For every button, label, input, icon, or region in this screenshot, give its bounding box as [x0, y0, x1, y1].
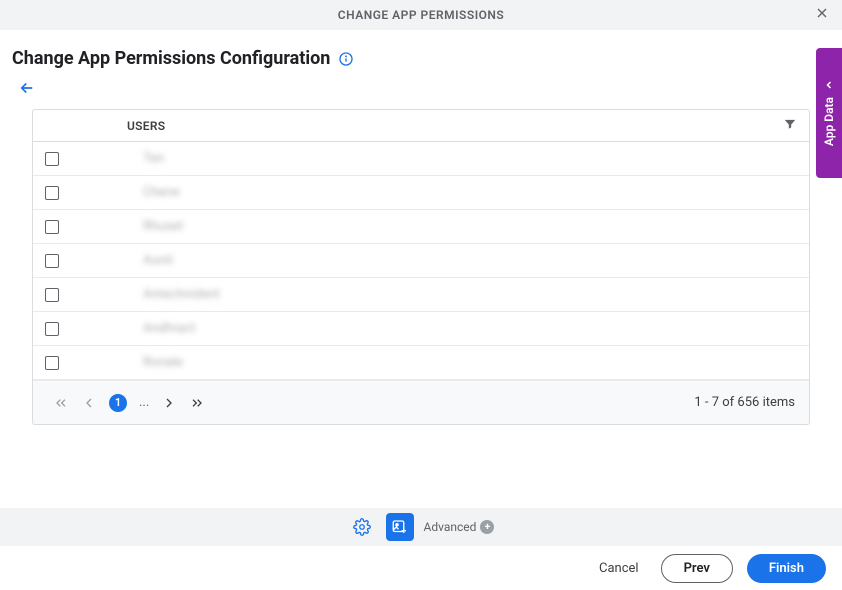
filter-icon[interactable]	[783, 116, 797, 135]
next-page-icon[interactable]	[161, 395, 177, 411]
settings-gear-icon[interactable]	[348, 513, 376, 541]
prev-page-icon[interactable]	[81, 395, 97, 411]
prev-button[interactable]: Prev	[661, 554, 733, 583]
user-name: Ten	[105, 151, 797, 166]
pager: 1 ... 1 - 7 of 656 items	[33, 380, 809, 424]
pager-info: 1 - 7 of 656 items	[694, 395, 795, 410]
plus-circle-icon: +	[480, 520, 494, 534]
row-checkbox[interactable]	[45, 288, 59, 302]
side-tab-app-data[interactable]: App Data	[816, 48, 842, 178]
page-title-row: Change App Permissions Configuration	[0, 30, 842, 69]
column-header-users[interactable]: USERS	[105, 119, 783, 133]
bottom-toolbar: Advanced +	[0, 508, 842, 546]
back-row	[0, 69, 842, 109]
table-row[interactable]: Ronale	[33, 346, 809, 380]
row-checkbox[interactable]	[45, 186, 59, 200]
back-arrow-icon[interactable]	[18, 79, 36, 97]
table-row[interactable]: Aunti	[33, 244, 809, 278]
user-name: Chene	[105, 185, 797, 200]
dialog-title: CHANGE APP PERMISSIONS	[338, 8, 505, 22]
row-checkbox[interactable]	[45, 322, 59, 336]
close-icon[interactable]	[814, 5, 830, 25]
row-checkbox[interactable]	[45, 152, 59, 166]
chevron-left-icon	[823, 79, 835, 91]
user-name: Rhuset	[105, 219, 797, 234]
page-ellipsis: ...	[139, 395, 149, 410]
dialog-header: CHANGE APP PERMISSIONS	[0, 0, 842, 30]
user-name: Andhract	[105, 321, 797, 336]
first-page-icon[interactable]	[53, 395, 69, 411]
table-row[interactable]: Andhract	[33, 312, 809, 346]
side-tab-label: App Data	[822, 97, 836, 146]
table-row[interactable]: Antechnident	[33, 278, 809, 312]
cancel-button[interactable]: Cancel	[591, 555, 647, 582]
image-add-icon[interactable]	[386, 513, 414, 541]
user-name: Aunti	[105, 253, 797, 268]
advanced-toggle[interactable]: Advanced +	[424, 520, 495, 534]
user-name: Antechnident	[105, 287, 797, 302]
dialog-footer: Cancel Prev Finish	[0, 546, 842, 590]
table-row[interactable]: Ten	[33, 142, 809, 176]
user-name: Ronale	[105, 355, 797, 370]
info-icon[interactable]	[338, 51, 354, 67]
row-checkbox[interactable]	[45, 356, 59, 370]
current-page-number[interactable]: 1	[109, 394, 127, 412]
advanced-label: Advanced	[424, 520, 477, 534]
row-checkbox[interactable]	[45, 220, 59, 234]
users-table: USERS Ten Chene Rhuset Aunti Antechniden…	[32, 109, 810, 425]
row-checkbox[interactable]	[45, 254, 59, 268]
table-row[interactable]: Chene	[33, 176, 809, 210]
page-title: Change App Permissions Configuration	[12, 48, 330, 69]
finish-button[interactable]: Finish	[747, 554, 826, 583]
table-row[interactable]: Rhuset	[33, 210, 809, 244]
table-header-row: USERS	[33, 110, 809, 142]
last-page-icon[interactable]	[189, 395, 205, 411]
